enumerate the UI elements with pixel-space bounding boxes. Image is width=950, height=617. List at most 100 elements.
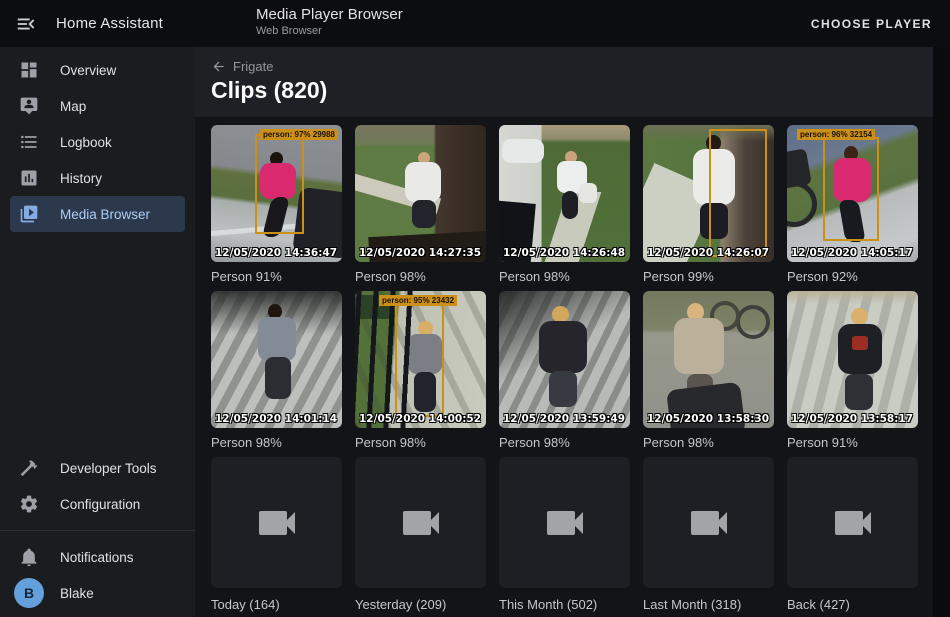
folder-thumbnail [643, 457, 774, 588]
clip-label: Person 91% [211, 269, 342, 285]
folder-label: This Month (502) [499, 597, 630, 613]
tooltip-account-icon [17, 94, 41, 118]
arrow-left-icon [211, 59, 226, 74]
sidebar-item-history[interactable]: History [10, 160, 185, 196]
clip-card[interactable]: person: 95% 23432 12/05/2020 14:00:52 Pe… [355, 291, 486, 451]
clip-label: Person 98% [211, 435, 342, 451]
app-title: Home Assistant [56, 15, 163, 32]
sidebar-item-notifications[interactable]: Notifications [10, 539, 185, 575]
person-figure [355, 125, 486, 262]
sidebar-bottom-group: Notifications [0, 539, 195, 575]
scrollbar[interactable] [933, 47, 950, 617]
folder-thumbnail [355, 457, 486, 588]
menu-open-icon[interactable] [6, 4, 46, 44]
folder-card-back[interactable]: Back (427) [787, 457, 918, 613]
content-header: Frigate Clips (820) [195, 47, 933, 117]
clip-timestamp: 12/05/2020 14:01:14 [215, 413, 337, 425]
clip-timestamp: 12/05/2020 14:26:48 [503, 247, 625, 259]
clip-timestamp: 12/05/2020 14:00:52 [359, 413, 481, 425]
clip-card[interactable]: 12/05/2020 13:59:49 Person 98% [499, 291, 630, 451]
clip-card[interactable]: 12/05/2020 13:58:17 Person 91% [787, 291, 918, 451]
clip-label: Person 98% [355, 435, 486, 451]
video-camera-icon [829, 499, 877, 547]
choose-player-button[interactable]: CHOOSE PLAYER [811, 17, 932, 31]
sidebar-spacer [0, 232, 195, 450]
clip-timestamp: 12/05/2020 14:27:35 [359, 247, 481, 259]
clip-thumbnail: 12/05/2020 14:26:07 [643, 125, 774, 262]
video-camera-icon [253, 499, 301, 547]
sidebar: Overview Map Logbook History Media Brows… [0, 47, 195, 617]
sidebar-item-configuration[interactable]: Configuration [10, 486, 185, 522]
detection-label: person: 96% 32154 [797, 129, 875, 140]
sidebar-item-overview[interactable]: Overview [10, 52, 185, 88]
clip-timestamp: 12/05/2020 13:59:49 [503, 413, 625, 425]
detection-bounding-box [823, 137, 879, 241]
clip-label: Person 98% [643, 435, 774, 451]
folder-label: Last Month (318) [643, 597, 774, 613]
video-camera-icon [397, 499, 445, 547]
clip-timestamp: 12/05/2020 14:36:47 [215, 247, 337, 259]
clip-label: Person 98% [499, 435, 630, 451]
sidebar-item-developer-tools[interactable]: Developer Tools [10, 450, 185, 486]
clip-label: Person 98% [499, 269, 630, 285]
page-title: Media Player Browser [256, 6, 403, 23]
sidebar-item-map[interactable]: Map [10, 88, 185, 124]
clip-thumbnail: 12/05/2020 14:01:14 [211, 291, 342, 428]
cog-icon [17, 492, 41, 516]
detection-bounding-box [709, 129, 767, 257]
clip-card[interactable]: 12/05/2020 14:26:07 Person 99% [643, 125, 774, 285]
folder-label: Today (164) [211, 597, 342, 613]
detection-bounding-box [255, 134, 304, 234]
video-camera-icon [685, 499, 733, 547]
hammer-icon [17, 456, 41, 480]
sidebar-item-user[interactable]: B Blake [10, 575, 185, 611]
clip-card[interactable]: 12/05/2020 14:26:48 Person 98% [499, 125, 630, 285]
sidebar-item-logbook[interactable]: Logbook [10, 124, 185, 160]
person-figure [787, 291, 918, 428]
clip-thumbnail: 12/05/2020 13:59:49 [499, 291, 630, 428]
clip-thumbnail: person: 97% 29988 12/05/2020 14:36:47 [211, 125, 342, 262]
breadcrumb-label: Frigate [233, 59, 273, 74]
folder-card-this-month[interactable]: This Month (502) [499, 457, 630, 613]
folder-card-today[interactable]: Today (164) [211, 457, 342, 613]
sidebar-item-media-browser[interactable]: Media Browser [10, 196, 185, 232]
clip-thumbnail: 12/05/2020 14:27:35 [355, 125, 486, 262]
view-dashboard-icon [17, 58, 41, 82]
page-heading: Clips (820) [211, 77, 933, 104]
page-subtitle: Web Browser [256, 25, 403, 37]
clip-card[interactable]: 12/05/2020 14:01:14 Person 98% [211, 291, 342, 451]
clips-grid: person: 97% 29988 12/05/2020 14:36:47 Pe… [211, 125, 917, 613]
user-name: Blake [60, 586, 94, 601]
clip-label: Person 99% [643, 269, 774, 285]
clip-thumbnail: 12/05/2020 14:26:48 [499, 125, 630, 262]
folder-thumbnail [787, 457, 918, 588]
clip-thumbnail: person: 96% 32154 12/05/2020 14:05:17 [787, 125, 918, 262]
chart-box-icon [17, 166, 41, 190]
folder-card-yesterday[interactable]: Yesterday (209) [355, 457, 486, 613]
video-camera-icon [541, 499, 589, 547]
clip-timestamp: 12/05/2020 14:05:17 [791, 247, 913, 259]
folder-thumbnail [211, 457, 342, 588]
folder-label: Yesterday (209) [355, 597, 486, 613]
detection-label: person: 95% 23432 [379, 295, 457, 306]
clip-label: Person 91% [787, 435, 918, 451]
clip-label: Person 98% [355, 269, 486, 285]
clip-timestamp: 12/05/2020 14:26:07 [647, 247, 769, 259]
folder-label: Back (427) [787, 597, 918, 613]
breadcrumb-back-frigate[interactable]: Frigate [211, 59, 273, 74]
bell-icon [17, 545, 41, 569]
clip-timestamp: 12/05/2020 13:58:17 [791, 413, 913, 425]
detection-label: person: 97% 29988 [260, 129, 338, 140]
clip-thumbnail: 12/05/2020 13:58:17 [787, 291, 918, 428]
person-figure [211, 291, 342, 428]
clip-card[interactable]: 12/05/2020 14:27:35 Person 98% [355, 125, 486, 285]
play-box-multiple-icon [17, 202, 41, 226]
folder-card-last-month[interactable]: Last Month (318) [643, 457, 774, 613]
clip-card[interactable]: 12/05/2020 13:58:30 Person 98% [643, 291, 774, 451]
format-list-bulleted-icon [17, 130, 41, 154]
sidebar-divider [0, 530, 195, 531]
clip-card[interactable]: person: 96% 32154 12/05/2020 14:05:17 Pe… [787, 125, 918, 285]
page-title-block: Media Player Browser Web Browser [256, 6, 403, 37]
person-figure [499, 125, 630, 262]
clip-card[interactable]: person: 97% 29988 12/05/2020 14:36:47 Pe… [211, 125, 342, 285]
